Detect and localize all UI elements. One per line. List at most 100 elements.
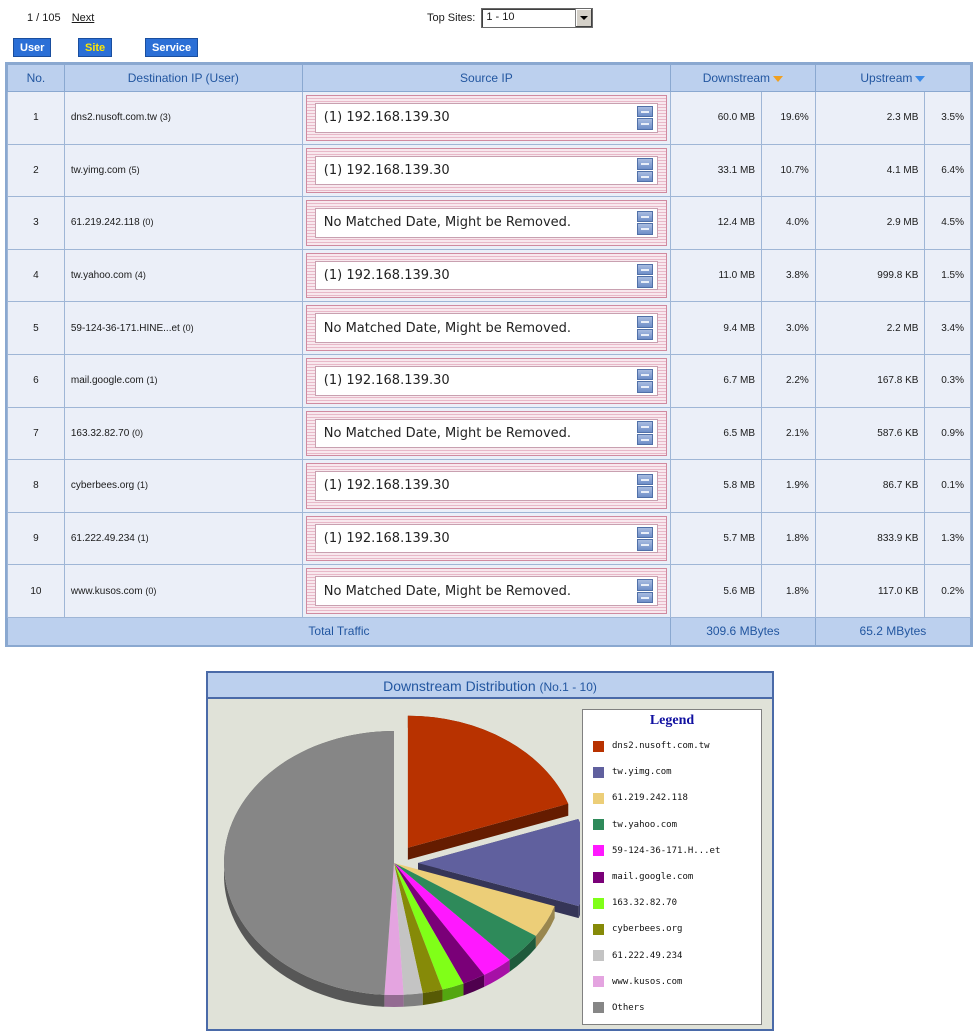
source-ip-list[interactable]: No Matched Date, Might be Removed. xyxy=(314,208,658,238)
col-header-no: No. xyxy=(7,64,65,92)
destination-host[interactable]: 61.219.242.118 xyxy=(71,217,140,228)
legend-swatch xyxy=(593,792,604,804)
list-scroll-icon[interactable] xyxy=(636,526,653,551)
destination-host[interactable]: 163.32.82.70 xyxy=(71,428,129,439)
pie-slice-side xyxy=(384,994,404,1007)
list-scroll-icon[interactable] xyxy=(636,263,653,288)
list-scroll-icon[interactable] xyxy=(636,210,653,235)
view-service-button[interactable]: Service xyxy=(145,38,199,57)
source-list-frame: (1) 192.168.139.30 xyxy=(305,463,667,509)
table-row: 4 tw.yahoo.com (4) (1) 192.168.139.30 11.0 … xyxy=(7,248,971,303)
source-ip-value: No Matched Date, Might be Removed. xyxy=(323,583,572,599)
downstream-distribution-panel: Downstream Distribution (No.1 - 10) Lege… xyxy=(206,671,774,1031)
total-traffic-row: Total Traffic 309.6 MBytes 65.2 MBytes xyxy=(7,616,972,646)
destination-host[interactable]: 59-124-36-171.HINE...et xyxy=(71,323,180,334)
table-row: 1 dns2.nusoft.com.tw (3) (1) 192.168.139.3… xyxy=(7,91,971,145)
upstream-bytes: 833.9 KB xyxy=(814,511,926,566)
downstream-percent: 1.9% xyxy=(761,459,816,513)
legend-label: 61.219.242.118 xyxy=(612,793,688,804)
user-count: (0) xyxy=(132,427,144,438)
source-list-frame: No Matched Date, Might be Removed. xyxy=(305,200,667,246)
list-scroll-icon[interactable] xyxy=(636,421,653,446)
source-ip-list[interactable]: No Matched Date, Might be Removed. xyxy=(314,576,658,606)
list-scroll-icon[interactable] xyxy=(636,316,653,341)
list-scroll-icon[interactable] xyxy=(636,158,653,183)
source-ip-value: (1) 192.168.139.30 xyxy=(323,531,450,547)
source-ip-list[interactable]: (1) 192.168.139.30 xyxy=(314,523,658,554)
table-row: 10 www.kusos.com (0) No Matched Date, Migh… xyxy=(7,564,971,618)
downstream-bytes: 11.0 MB xyxy=(669,248,763,303)
source-ip-list[interactable]: No Matched Date, Might be Removed. xyxy=(314,313,658,343)
source-cell: (1) 192.168.139.30 xyxy=(301,353,671,408)
destination-cell: cyberbees.org (1) xyxy=(63,459,303,513)
source-ip-value: (1) 192.168.139.30 xyxy=(323,478,450,494)
source-list-frame: (1) 192.168.139.30 xyxy=(305,357,667,404)
source-ip-value: (1) 192.168.139.30 xyxy=(323,162,450,178)
upstream-bytes: 2.3 MB xyxy=(814,91,926,145)
legend-label: dns2.nusoft.com.tw xyxy=(612,741,710,752)
upstream-bytes: 4.1 MB xyxy=(814,143,926,198)
col-header-destination: Destination IP (User) xyxy=(63,64,303,92)
table-row: 3 61.219.242.118 (0) No Matched Date, Migh… xyxy=(7,196,971,250)
destination-host[interactable]: mail.google.com xyxy=(71,375,144,386)
source-ip-value: (1) 192.168.139.30 xyxy=(323,373,450,389)
view-user-button[interactable]: User xyxy=(13,38,52,57)
destination-host[interactable]: 61.222.49.234 xyxy=(71,533,135,544)
downstream-bytes: 6.7 MB xyxy=(669,353,763,408)
upstream-percent: 1.5% xyxy=(924,248,971,303)
top-sites-select[interactable]: 1 - 10 xyxy=(481,8,594,28)
downstream-percent: 10.7% xyxy=(761,143,816,198)
table-row: 9 61.222.49.234 (1) (1) 192.168.139.30 5.7 … xyxy=(7,511,971,566)
list-scroll-icon[interactable] xyxy=(636,368,653,393)
destination-host[interactable]: tw.yahoo.com xyxy=(71,270,132,281)
source-ip-list[interactable]: (1) 192.168.139.30 xyxy=(314,103,658,133)
row-number: 8 xyxy=(7,459,65,513)
chevron-down-icon[interactable] xyxy=(575,9,593,27)
upstream-bytes: 86.7 KB xyxy=(814,459,926,513)
source-ip-list[interactable]: No Matched Date, Might be Removed. xyxy=(314,418,658,449)
downstream-percent: 3.8% xyxy=(761,248,816,303)
legend-swatch xyxy=(593,845,604,857)
source-cell: (1) 192.168.139.30 xyxy=(301,143,671,198)
downstream-percent: 2.1% xyxy=(761,406,816,461)
source-ip-list[interactable]: (1) 192.168.139.30 xyxy=(314,471,658,501)
legend-label: cyberbees.org xyxy=(612,924,683,935)
source-ip-value: No Matched Date, Might be Removed. xyxy=(323,215,572,231)
destination-cell: 61.219.242.118 (0) xyxy=(63,196,303,250)
next-page-link[interactable]: Next xyxy=(72,12,95,24)
list-scroll-icon[interactable] xyxy=(636,473,653,498)
row-number: 3 xyxy=(7,196,65,250)
destination-host[interactable]: dns2.nusoft.com.tw xyxy=(71,112,157,123)
downstream-bytes: 5.7 MB xyxy=(669,511,763,566)
destination-host[interactable]: www.kusos.com xyxy=(71,586,143,597)
source-ip-list[interactable]: (1) 192.168.139.30 xyxy=(314,365,658,396)
downstream-bytes: 5.8 MB xyxy=(669,459,763,513)
legend-item: tw.yahoo.com xyxy=(583,812,761,838)
list-scroll-icon[interactable] xyxy=(636,579,653,604)
row-number: 5 xyxy=(7,301,65,355)
destination-host[interactable]: tw.yimg.com xyxy=(71,165,126,176)
row-number: 6 xyxy=(7,353,65,408)
view-site-button[interactable]: Site xyxy=(78,38,113,57)
upstream-percent: 0.1% xyxy=(924,459,971,513)
col-header-source: Source IP xyxy=(301,64,671,92)
legend-label: www.kusos.com xyxy=(612,976,683,987)
list-scroll-icon[interactable] xyxy=(636,105,653,130)
col-header-downstream[interactable]: Downstream xyxy=(669,64,816,92)
col-header-upstream[interactable]: Upstream xyxy=(814,64,972,92)
row-number: 10 xyxy=(7,564,65,618)
source-ip-list[interactable]: (1) 192.168.139.30 xyxy=(314,155,658,186)
legend-item: 61.222.49.234 xyxy=(583,943,761,969)
legend-swatch xyxy=(593,1002,604,1014)
downstream-bytes: 12.4 MB xyxy=(669,196,763,250)
source-list-frame: No Matched Date, Might be Removed. xyxy=(305,568,667,614)
source-ip-list[interactable]: (1) 192.168.139.30 xyxy=(314,260,658,291)
source-cell: (1) 192.168.139.30 xyxy=(301,511,671,566)
user-count: (0) xyxy=(182,322,194,333)
pie-chart xyxy=(223,715,580,1007)
upstream-bytes: 117.0 KB xyxy=(814,564,926,618)
destination-cell: tw.yimg.com (5) xyxy=(63,143,303,198)
destination-host[interactable]: cyberbees.org xyxy=(71,480,134,491)
user-count: (0) xyxy=(142,217,154,228)
legend-item: 59-124-36-171.H...et xyxy=(583,838,761,864)
